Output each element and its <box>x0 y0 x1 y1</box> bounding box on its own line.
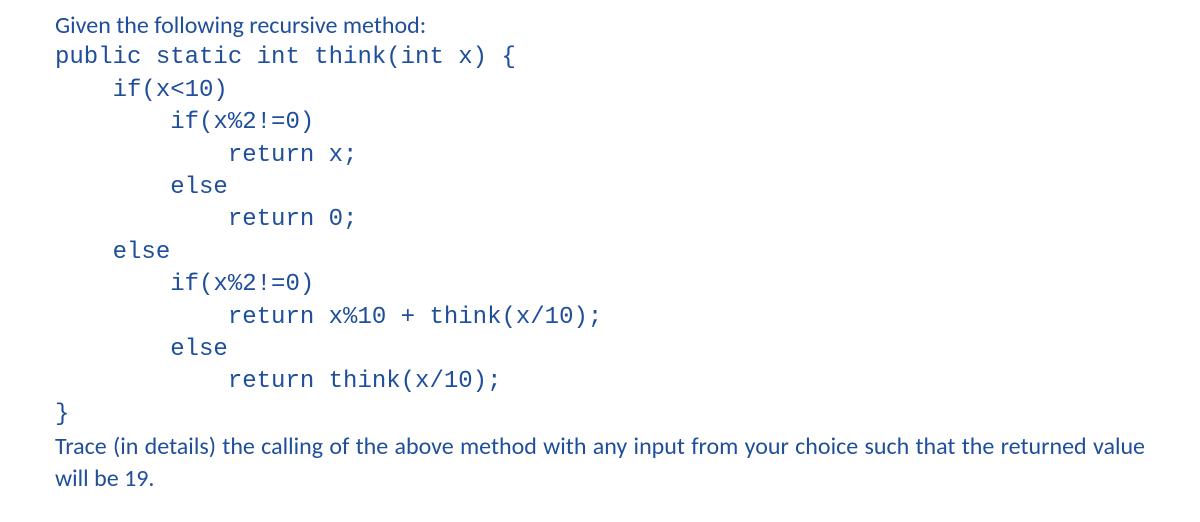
code-line: else <box>55 237 1145 269</box>
code-line: return x; <box>55 140 1145 172</box>
code-line: else <box>55 172 1145 204</box>
code-line: if(x%2!=0) <box>55 107 1145 139</box>
code-line: if(x%2!=0) <box>55 269 1145 301</box>
trace-prompt: Trace (in details) the calling of the ab… <box>55 431 1145 496</box>
code-line: else <box>55 334 1145 366</box>
intro-text: Given the following recursive method: <box>55 10 1145 42</box>
code-line: return x%10 + think(x/10); <box>55 302 1145 334</box>
code-line: return 0; <box>55 204 1145 236</box>
code-line: public static int think(int x) { <box>55 42 1145 74</box>
code-line: } <box>55 399 1145 431</box>
code-line: return think(x/10); <box>55 366 1145 398</box>
code-line: if(x<10) <box>55 75 1145 107</box>
code-block: public static int think(int x) { if(x<10… <box>55 42 1145 431</box>
